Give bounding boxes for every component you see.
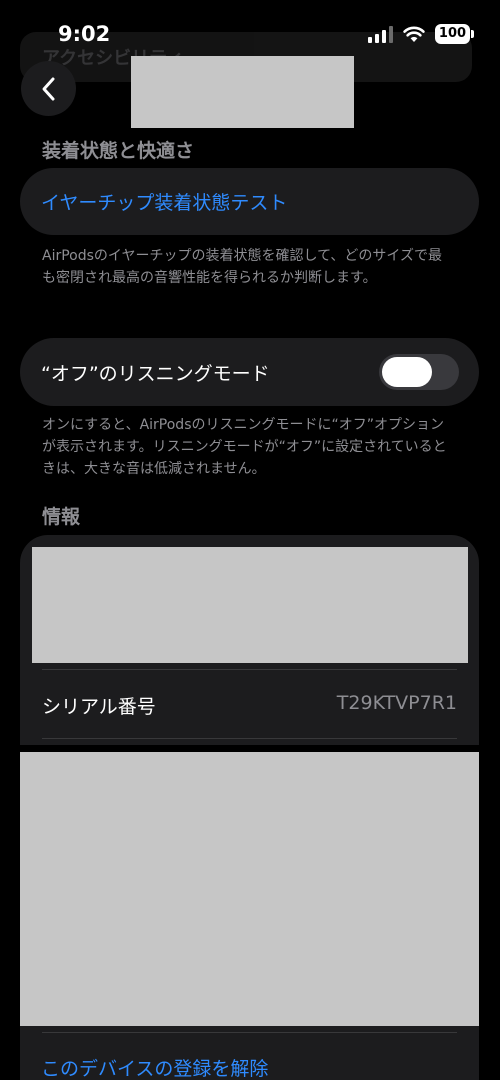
toggle-knob	[382, 357, 432, 387]
status-icons: 100	[368, 22, 474, 46]
unregister-device-link[interactable]: このデバイスの登録を解除	[41, 1054, 268, 1080]
redacted-lower-block	[20, 752, 479, 1026]
serial-number-row[interactable]: シリアル番号 T29KTVP7R1	[20, 671, 479, 737]
unregister-divider	[42, 1032, 457, 1033]
info-divider-2	[42, 738, 457, 739]
battery-icon: 100	[435, 24, 474, 44]
listening-mode-footnote: オンにすると、AirPodsのリスニングモードに“オフ”オプションが表示されます…	[42, 417, 447, 477]
ear-tip-fit-test-link[interactable]: イヤーチップ装着状態テスト	[41, 188, 287, 215]
section-header-info: 情報	[42, 506, 81, 528]
off-listening-mode-toggle[interactable]	[379, 354, 459, 390]
status-time: 9:02	[58, 22, 111, 46]
redacted-info-rows	[32, 547, 468, 663]
ear-tip-fit-test-row[interactable]: イヤーチップ装着状態テスト	[20, 168, 479, 235]
cellular-signal-icon	[368, 25, 393, 43]
redacted-nav-title	[131, 56, 354, 128]
serial-number-value: T29KTVP7R1	[336, 692, 457, 714]
serial-number-label: シリアル番号	[42, 696, 156, 718]
info-card: シリアル番号 T29KTVP7R1	[20, 535, 479, 745]
section-header-fit: 装着状態と快適さ	[42, 140, 195, 162]
info-divider-1	[42, 669, 457, 670]
off-listening-mode-row: “オフ”のリスニングモード	[20, 338, 479, 406]
status-bar: 9:02 100	[0, 0, 500, 56]
off-listening-mode-label: “オフ”のリスニングモード	[41, 363, 270, 385]
back-button[interactable]	[21, 61, 76, 116]
chevron-left-icon	[42, 77, 54, 100]
wifi-icon	[403, 26, 425, 42]
screen: アクセシビリティ 9:02 100 装着状態と快適さ イヤーチップ装着状態テスト…	[0, 0, 500, 1080]
fit-test-footnote: AirPodsのイヤーチップの装着状態を確認して、どのサイズで最も密閉され最高の…	[42, 248, 442, 286]
battery-level: 100	[438, 26, 467, 41]
unregister-card: このデバイスの登録を解除	[20, 1026, 479, 1080]
